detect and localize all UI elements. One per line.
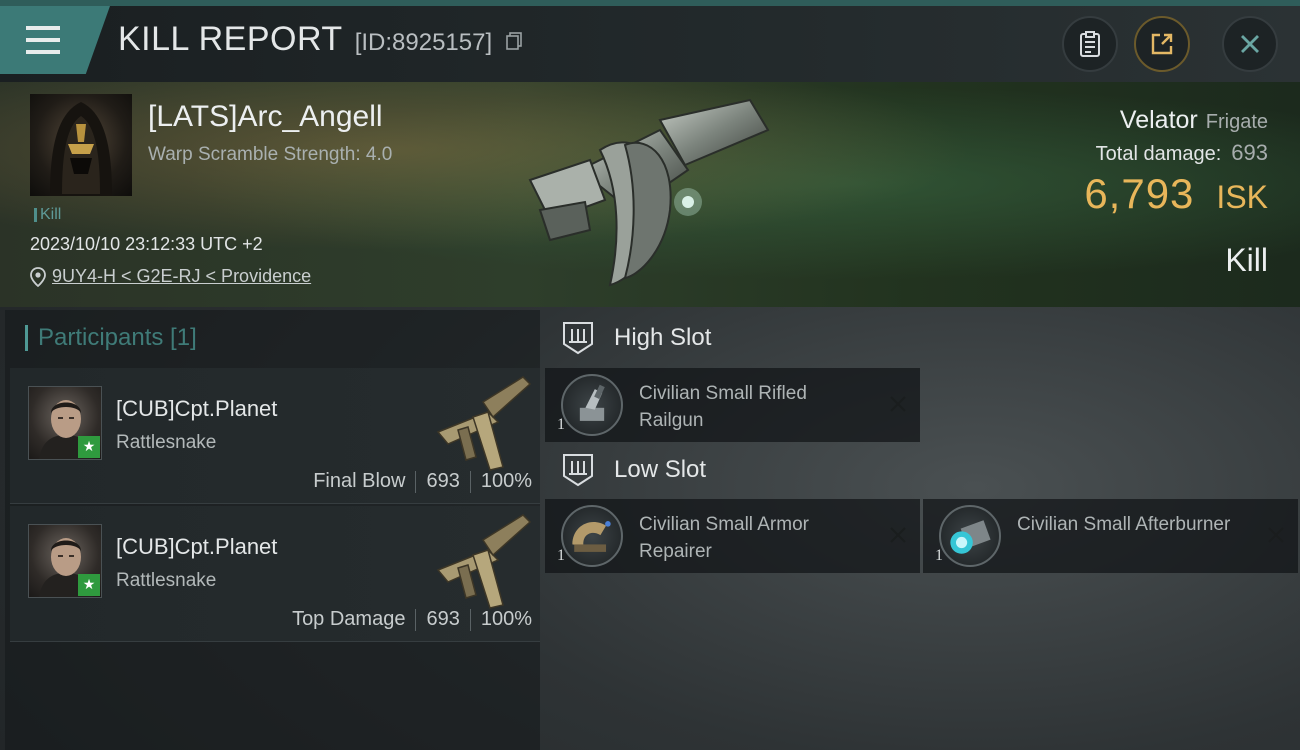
victim-summary: [LATS]Arc_Angell Warp Scramble Strength:… bbox=[0, 82, 1300, 307]
participant-ship-image bbox=[436, 514, 532, 609]
participant-role: Top Damage bbox=[292, 608, 406, 630]
participant-role: Final Blow bbox=[313, 470, 406, 492]
close-icon bbox=[1241, 35, 1259, 53]
result-label: Kill bbox=[1225, 242, 1268, 278]
share-button[interactable] bbox=[1134, 16, 1190, 72]
participant-damage: 693 bbox=[426, 470, 460, 492]
kill-tag-label: Kill bbox=[40, 206, 62, 223]
high-slot-label: High Slot bbox=[614, 324, 712, 351]
module-quantity: 1 bbox=[557, 416, 565, 433]
kill-tag-bar bbox=[34, 208, 37, 222]
participant-stats: Top Damage 693 100% bbox=[292, 608, 532, 631]
participants-title: Participants [1] bbox=[38, 324, 197, 351]
low-slot-header: Low Slot bbox=[560, 452, 706, 488]
victim-ship-line: Velator Frigate bbox=[1120, 106, 1268, 135]
hamburger-menu-icon bbox=[26, 26, 60, 54]
isk-value: 6,793 bbox=[1084, 170, 1195, 217]
participants-panel: Participants [1] ★ [CUB]Cpt.Planet Rattl… bbox=[5, 310, 540, 750]
close-button[interactable] bbox=[1222, 16, 1278, 72]
location-text[interactable]: 9UY4-H < G2E-RJ < Providence bbox=[52, 266, 311, 287]
high-slot-icon bbox=[563, 322, 593, 355]
victim-portrait[interactable] bbox=[30, 94, 132, 196]
remove-icon[interactable] bbox=[1266, 525, 1286, 545]
page-title: KILL REPORT bbox=[118, 20, 343, 58]
victim-ship-class: Frigate bbox=[1205, 111, 1268, 133]
share-icon bbox=[1151, 33, 1173, 55]
total-damage-value: 693 bbox=[1231, 140, 1268, 165]
clipboard-icon bbox=[1080, 31, 1100, 57]
star-badge-icon: ★ bbox=[78, 574, 100, 596]
participant-ship-image bbox=[436, 376, 532, 471]
warp-scramble-strength: Warp Scramble Strength: 4.0 bbox=[148, 144, 393, 165]
total-damage-label: Total damage: bbox=[1095, 143, 1222, 165]
pilot-helmet-image bbox=[50, 102, 112, 196]
location-pin-icon bbox=[30, 266, 46, 287]
high-slot-header: High Slot bbox=[560, 320, 711, 356]
stats-divider bbox=[469, 470, 471, 493]
total-damage-line: Total damage: 693 bbox=[1096, 140, 1268, 166]
module-item[interactable]: 1 Civilian Small Armor Repairer bbox=[545, 499, 920, 573]
remove-icon[interactable] bbox=[888, 525, 908, 545]
title-group: KILL REPORT [ID:8925157] bbox=[118, 20, 522, 59]
module-quantity: 1 bbox=[935, 547, 943, 564]
report-id: [ID:8925157] bbox=[354, 29, 493, 56]
participant-name[interactable]: [CUB]Cpt.Planet bbox=[116, 534, 277, 560]
remove-icon[interactable] bbox=[888, 394, 908, 414]
victim-ship-name[interactable]: Velator bbox=[1120, 106, 1198, 135]
armor-repairer-icon bbox=[561, 505, 623, 567]
participants-header-bar bbox=[25, 325, 28, 351]
location-link[interactable]: 9UY4-H < G2E-RJ < Providence bbox=[30, 266, 311, 287]
low-slot-label: Low Slot bbox=[614, 456, 707, 483]
participant-damage: 693 bbox=[426, 608, 460, 630]
copy-icon[interactable] bbox=[506, 32, 522, 50]
victim-ship-image[interactable] bbox=[510, 90, 780, 300]
star-badge-icon: ★ bbox=[78, 436, 100, 458]
isk-unit: ISK bbox=[1216, 179, 1268, 215]
clipboard-button[interactable] bbox=[1062, 16, 1118, 72]
module-name: Civilian Small Armor Repairer bbox=[639, 514, 809, 562]
module-name: Civilian Small Rifled Railgun bbox=[639, 383, 807, 431]
stats-divider bbox=[415, 470, 417, 493]
railgun-icon bbox=[561, 374, 623, 436]
module-quantity: 1 bbox=[557, 547, 565, 564]
module-name: Civilian Small Afterburner bbox=[1017, 514, 1231, 535]
module-item[interactable]: 1 Civilian Small Rifled Railgun bbox=[545, 368, 920, 442]
isk-value-line: 6,793 ISK bbox=[1084, 170, 1268, 218]
participant-stats: Final Blow 693 100% bbox=[313, 470, 532, 493]
participant-card[interactable]: ★ [CUB]Cpt.Planet Rattlesnake Final Blow… bbox=[10, 368, 540, 504]
participant-ship: Rattlesnake bbox=[116, 570, 217, 591]
low-slot-icon bbox=[563, 454, 593, 487]
module-item[interactable]: 1 Civilian Small Afterburner bbox=[923, 499, 1298, 573]
participant-card[interactable]: ★ [CUB]Cpt.Planet Rattlesnake Top Damage… bbox=[10, 506, 540, 642]
victim-pilot-name[interactable]: [LATS]Arc_Angell bbox=[148, 100, 383, 134]
stats-divider bbox=[415, 608, 417, 631]
participants-header: Participants [1] bbox=[25, 324, 197, 352]
participant-ship: Rattlesnake bbox=[116, 432, 217, 453]
participant-name[interactable]: [CUB]Cpt.Planet bbox=[116, 396, 277, 422]
kill-tag: Kill bbox=[34, 206, 61, 224]
kill-datetime: 2023/10/10 23:12:33 UTC +2 bbox=[30, 234, 263, 254]
afterburner-icon bbox=[939, 505, 1001, 567]
participant-percent: 100% bbox=[480, 470, 532, 492]
participant-percent: 100% bbox=[480, 608, 532, 630]
stats-divider bbox=[469, 608, 471, 631]
